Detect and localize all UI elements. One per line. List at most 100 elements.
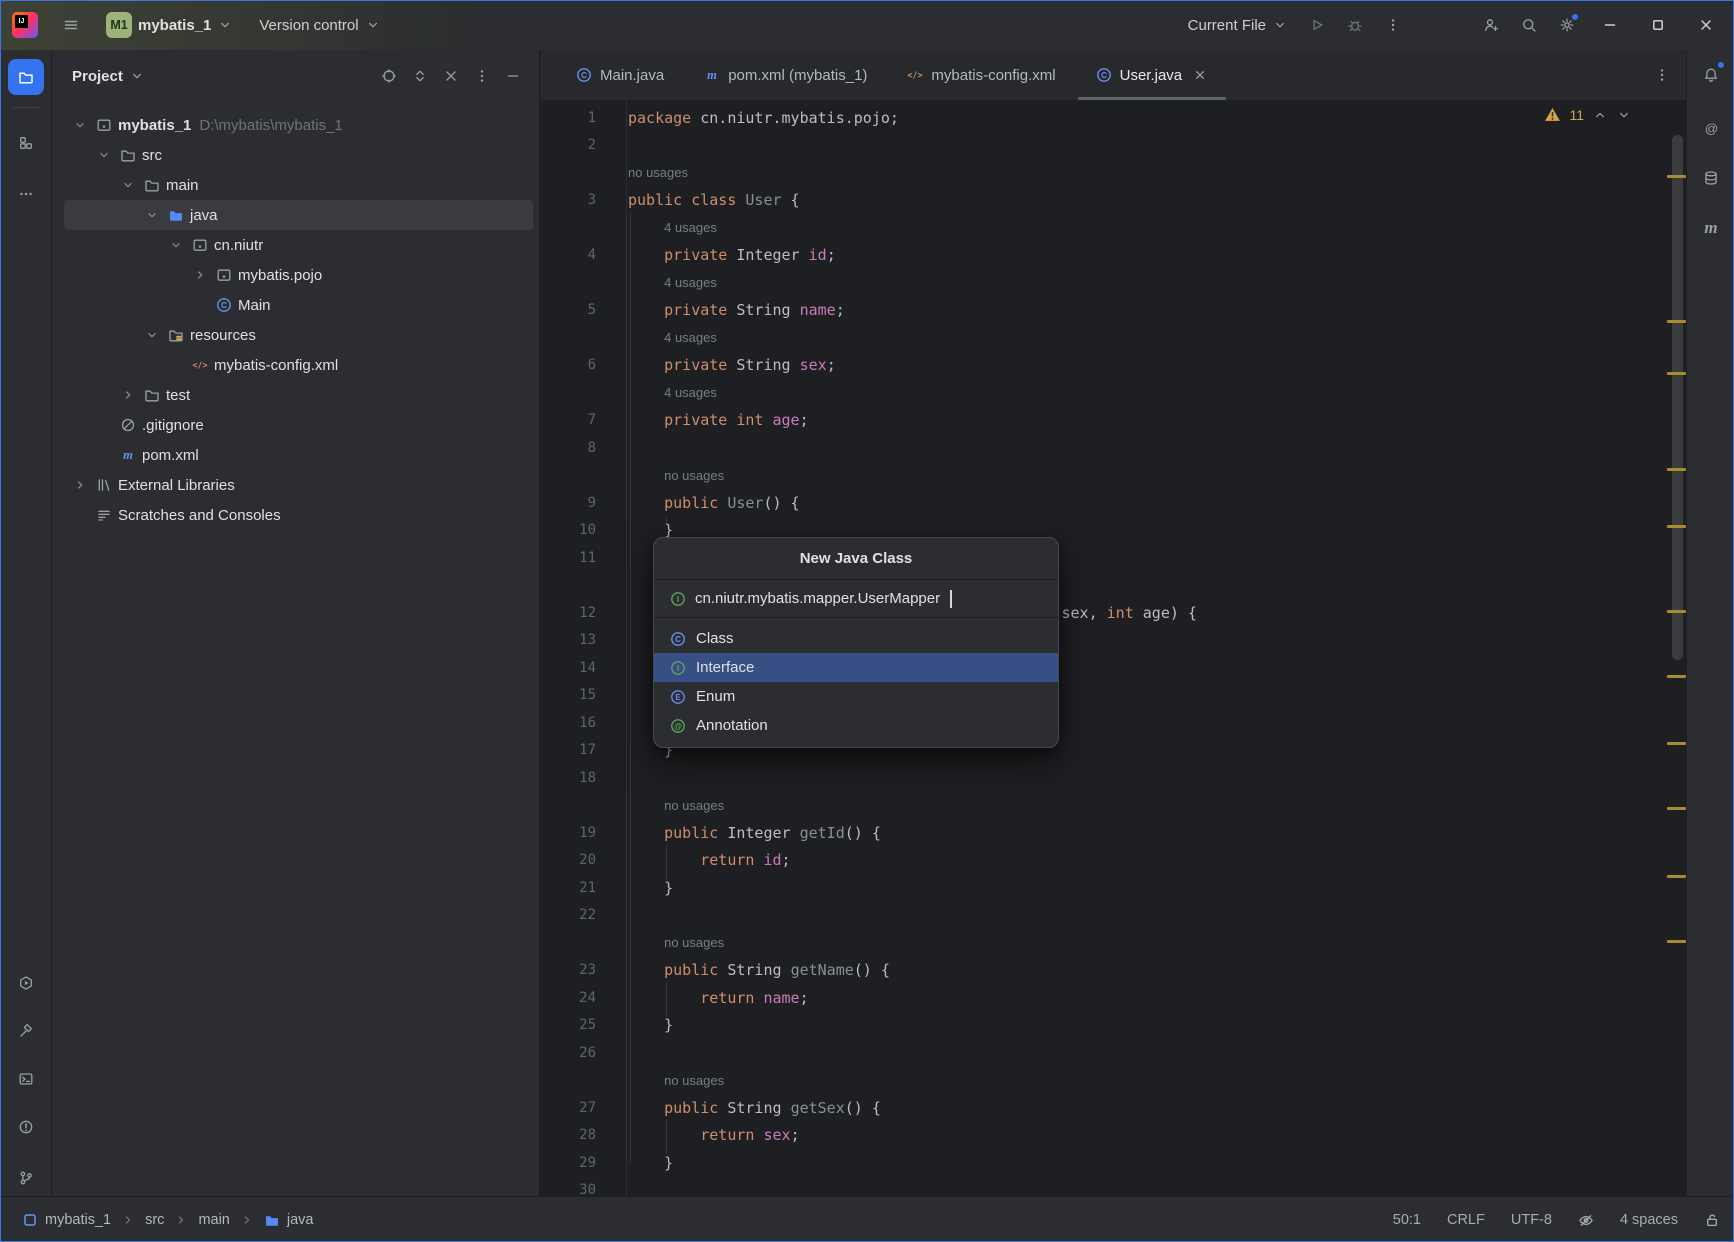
locate-file-icon[interactable] [381,68,397,84]
main-menu-button[interactable] [54,8,88,42]
chevron-down-icon[interactable] [72,117,88,133]
services-icon[interactable] [8,965,44,1001]
line-number[interactable]: 24 [540,990,596,1006]
usages-hint[interactable]: no usages [664,935,724,950]
usages-hint[interactable]: 4 usages [664,220,717,235]
editor-tab-pom-xml-mybatis-1-[interactable]: mpom.xml (mybatis_1) [684,50,887,100]
code-hint-row[interactable]: 4 usages [540,214,1686,242]
line-number[interactable]: 16 [540,715,596,731]
tree-item-external-libraries[interactable]: External Libraries [64,470,533,500]
inspections-widget[interactable]: 11 [1544,106,1632,123]
warning-stripe-mark[interactable] [1667,742,1686,745]
usages-hint[interactable]: 4 usages [664,275,717,290]
code-hint-row[interactable]: no usages [540,462,1686,490]
code-line[interactable]: 1package cn.niutr.mybatis.pojo; [540,104,1686,132]
code-hint-row[interactable]: 4 usages [540,324,1686,352]
line-number[interactable]: 14 [540,660,596,676]
maximize-button[interactable] [1636,5,1680,45]
code-line[interactable]: 27 public String getSex() { [540,1094,1686,1122]
notifications-icon[interactable] [1695,59,1727,91]
warning-stripe-mark[interactable] [1667,675,1686,678]
line-number[interactable]: 18 [540,770,596,786]
expand-all-icon[interactable] [412,68,428,84]
close-button[interactable] [1684,5,1728,45]
chevron-down-icon[interactable] [144,327,160,343]
warning-stripe-mark[interactable] [1667,940,1686,943]
maven-icon[interactable]: m [1695,212,1727,244]
warning-stripe-mark[interactable] [1667,320,1686,323]
class-name-input[interactable]: I cn.niutr.mybatis.mapper.UserMapper [654,580,1058,618]
line-number[interactable]: 5 [540,302,596,318]
code-hint-row[interactable]: no usages [540,792,1686,820]
code-line[interactable]: 24 return name; [540,984,1686,1012]
warning-stripe-mark[interactable] [1667,525,1686,528]
tree-item--gitignore[interactable]: .gitignore [64,410,533,440]
code-line[interactable]: 8 [540,434,1686,462]
code-hint-row[interactable]: no usages [540,1067,1686,1095]
run-button[interactable] [1300,8,1334,42]
chevron-down-icon[interactable] [168,237,184,253]
code-hint-row[interactable]: no usages [540,929,1686,957]
usages-hint[interactable]: no usages [664,468,724,483]
code-hint-row[interactable]: 4 usages [540,379,1686,407]
prev-problem-icon[interactable] [1592,107,1608,123]
code-line[interactable]: 7 private int age; [540,407,1686,435]
warning-stripe-mark[interactable] [1667,175,1686,178]
code-line[interactable]: 30 [540,1177,1686,1197]
line-number[interactable]: 11 [540,550,596,566]
editor-tab-user-java[interactable]: CUser.java [1076,50,1229,100]
project-widget[interactable]: M1 mybatis_1 [98,8,241,42]
usages-hint[interactable]: no usages [664,798,724,813]
breadcrumb-src[interactable]: src [145,1212,164,1228]
line-number[interactable]: 8 [540,440,596,456]
usages-hint[interactable]: no usages [628,165,688,180]
collapse-all-icon[interactable] [443,68,459,84]
tree-item-cn-niutr[interactable]: cn.niutr [64,230,533,260]
line-number[interactable]: 19 [540,825,596,841]
line-number[interactable]: 12 [540,605,596,621]
code-line[interactable]: 2 [540,132,1686,160]
line-number[interactable]: 17 [540,742,596,758]
ai-assistant-icon[interactable]: @ [1695,112,1727,144]
chevron-right-icon[interactable] [192,267,208,283]
search-everywhere-button[interactable] [1512,8,1546,42]
tree-item-scratches-and-consoles[interactable]: Scratches and Consoles [64,500,533,530]
debug-button[interactable] [1338,8,1372,42]
code-line[interactable]: 22 [540,902,1686,930]
warning-stripe-mark[interactable] [1667,468,1686,471]
structure-icon[interactable] [8,125,44,161]
line-number[interactable]: 2 [540,137,596,153]
build-icon[interactable] [8,1013,44,1049]
editor-tab-main-java[interactable]: CMain.java [556,50,684,100]
chevron-down-icon[interactable] [120,177,136,193]
hide-panel-icon[interactable] [505,68,521,84]
indent-style[interactable]: 4 spaces [1620,1212,1678,1228]
highlighting-level-icon[interactable] [1578,1212,1594,1228]
code-line[interactable]: 3public class User { [540,187,1686,215]
warning-stripe-mark[interactable] [1667,610,1686,613]
chevron-right-icon[interactable] [120,387,136,403]
problems-icon[interactable] [8,1109,44,1145]
code-line[interactable]: 4 private Integer id; [540,242,1686,270]
tree-item-src[interactable]: src [64,140,533,170]
run-configuration-widget[interactable]: Current File [1180,8,1296,42]
tree-item-mybatis-config-xml[interactable]: </>mybatis-config.xml [64,350,533,380]
project-folder-icon[interactable] [8,59,44,95]
usages-hint[interactable]: no usages [664,1073,724,1088]
breadcrumb-java[interactable]: java [264,1212,314,1228]
line-number[interactable]: 28 [540,1127,596,1143]
code-line[interactable]: 21 } [540,874,1686,902]
code-line[interactable]: 29 } [540,1149,1686,1177]
line-number[interactable]: 20 [540,852,596,868]
caret-position[interactable]: 50:1 [1393,1212,1421,1228]
line-number[interactable]: 22 [540,907,596,923]
editor-scrollbar-thumb[interactable] [1672,135,1683,660]
line-number[interactable]: 4 [540,247,596,263]
line-number[interactable]: 27 [540,1100,596,1116]
file-writable-icon[interactable] [1704,1212,1720,1228]
next-problem-icon[interactable] [1616,107,1632,123]
line-number[interactable]: 1 [540,110,596,126]
breadcrumb-main[interactable]: main [198,1212,229,1228]
minimize-button[interactable] [1588,5,1632,45]
code-line[interactable]: 6 private String sex; [540,352,1686,380]
